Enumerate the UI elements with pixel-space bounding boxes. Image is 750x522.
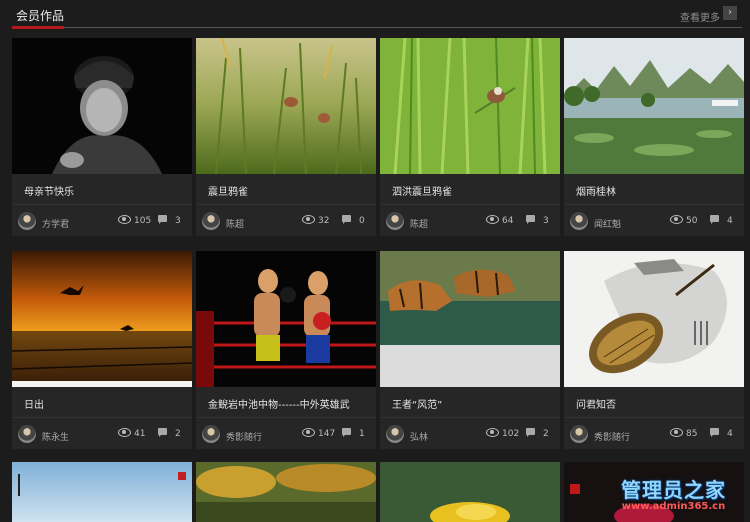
comment-count: 0 [359, 216, 365, 226]
view-count: 147 [318, 429, 336, 439]
photo-thumbnail[interactable] [380, 462, 560, 522]
eye-icon [302, 215, 315, 224]
header-divider [64, 27, 742, 28]
photo-title[interactable]: 日出 [24, 396, 44, 411]
eye-icon [302, 428, 315, 437]
author-avatar[interactable] [18, 212, 36, 230]
photo-card-partial[interactable] [380, 462, 560, 522]
author-name[interactable]: 闻红魁 [594, 217, 621, 230]
photo-title[interactable]: 王者“风范” [392, 396, 442, 411]
comment-icon [526, 215, 535, 224]
view-count: 105 [134, 216, 152, 226]
card-divider [564, 417, 744, 418]
watermark-title: 管理员之家 [621, 478, 726, 502]
photo-card[interactable]: 母亲节快乐 方学君 105 3 [12, 38, 192, 236]
card-divider [12, 417, 192, 418]
photo-title[interactable]: 问君知否 [576, 396, 616, 411]
photo-card[interactable]: 震旦鸦雀 陈超 32 0 [196, 38, 376, 236]
author-name[interactable]: 秀影随行 [226, 430, 262, 443]
comment-icon [342, 428, 351, 437]
comment-icon [710, 215, 719, 224]
photo-card-partial[interactable] [196, 462, 376, 522]
watermark-url: www.admin365.cn [621, 501, 726, 512]
comment-count: 2 [175, 429, 181, 439]
view-count: 102 [502, 429, 520, 439]
comment-count: 1 [359, 429, 365, 439]
photo-card[interactable]: 日出 陈永生 41 2 [12, 251, 192, 449]
comment-count: 3 [543, 216, 549, 226]
eye-icon [670, 428, 683, 437]
author-name[interactable]: 秀影随行 [594, 430, 630, 443]
author-name[interactable]: 陈超 [410, 217, 428, 230]
section-header: 会员作品 查看更多 › [0, 0, 750, 30]
view-more-link[interactable]: 查看更多 [680, 9, 720, 24]
photo-thumbnail[interactable] [380, 251, 560, 387]
author-avatar[interactable] [386, 212, 404, 230]
photo-thumbnail[interactable] [12, 251, 192, 387]
chevron-right-icon[interactable]: › [723, 6, 737, 20]
card-divider [196, 417, 376, 418]
eye-icon [118, 428, 131, 437]
eye-icon [118, 215, 131, 224]
author-avatar[interactable] [570, 212, 588, 230]
photo-thumbnail[interactable] [12, 38, 192, 174]
photo-card[interactable]: 金鲵岩中池中物------中外英雄武 秀影随行 147 1 [196, 251, 376, 449]
view-count: 64 [502, 216, 514, 226]
comment-count: 3 [175, 216, 181, 226]
comment-icon [710, 428, 719, 437]
author-name[interactable]: 陈永生 [42, 430, 69, 443]
author-avatar[interactable] [570, 425, 588, 443]
comment-icon [158, 428, 167, 437]
author-avatar[interactable] [202, 425, 220, 443]
photo-card[interactable]: 问君知否 秀影随行 85 4 [564, 251, 744, 449]
author-avatar[interactable] [386, 425, 404, 443]
photo-thumbnail[interactable] [196, 251, 376, 387]
photo-card[interactable]: 烟雨桂林 闻红魁 50 4 [564, 38, 744, 236]
photo-thumbnail[interactable] [196, 462, 376, 522]
comment-count: 2 [543, 429, 549, 439]
author-avatar[interactable] [18, 425, 36, 443]
view-count: 85 [686, 429, 698, 439]
photo-title[interactable]: 震旦鸦雀 [208, 183, 248, 198]
photo-thumbnail[interactable] [12, 462, 192, 522]
photo-title[interactable]: 泗洪震旦鸦雀 [392, 183, 452, 198]
comment-icon [158, 215, 167, 224]
eye-icon [486, 215, 499, 224]
author-name[interactable]: 方学君 [42, 217, 69, 230]
card-divider [380, 204, 560, 205]
card-divider [196, 204, 376, 205]
title-underline [12, 26, 64, 29]
photo-card[interactable]: 王者“风范” 弘林 102 2 [380, 251, 560, 449]
author-avatar[interactable] [202, 212, 220, 230]
photo-title[interactable]: 烟雨桂林 [576, 183, 616, 198]
card-divider [12, 204, 192, 205]
comment-icon [526, 428, 535, 437]
comment-count: 4 [727, 429, 733, 439]
photo-thumbnail[interactable] [380, 38, 560, 174]
view-count: 41 [134, 429, 146, 439]
photo-thumbnail[interactable] [196, 38, 376, 174]
author-name[interactable]: 弘林 [410, 430, 428, 443]
photo-title[interactable]: 母亲节快乐 [24, 183, 74, 198]
photo-title[interactable]: 金鲵岩中池中物------中外英雄武 [208, 396, 350, 411]
eye-icon [670, 215, 683, 224]
photo-card[interactable]: 泗洪震旦鸦雀 陈超 64 3 [380, 38, 560, 236]
comment-count: 4 [727, 216, 733, 226]
section-title: 会员作品 [16, 9, 65, 23]
site-watermark: 管理员之家 www.admin365.cn [621, 474, 726, 512]
view-count: 32 [318, 216, 330, 226]
photo-card-partial[interactable] [12, 462, 192, 522]
view-count: 50 [686, 216, 698, 226]
author-name[interactable]: 陈超 [226, 217, 244, 230]
comment-icon [342, 215, 351, 224]
photo-thumbnail[interactable] [564, 251, 744, 387]
card-divider [380, 417, 560, 418]
card-divider [564, 204, 744, 205]
eye-icon [486, 428, 499, 437]
photo-thumbnail[interactable] [564, 38, 744, 174]
